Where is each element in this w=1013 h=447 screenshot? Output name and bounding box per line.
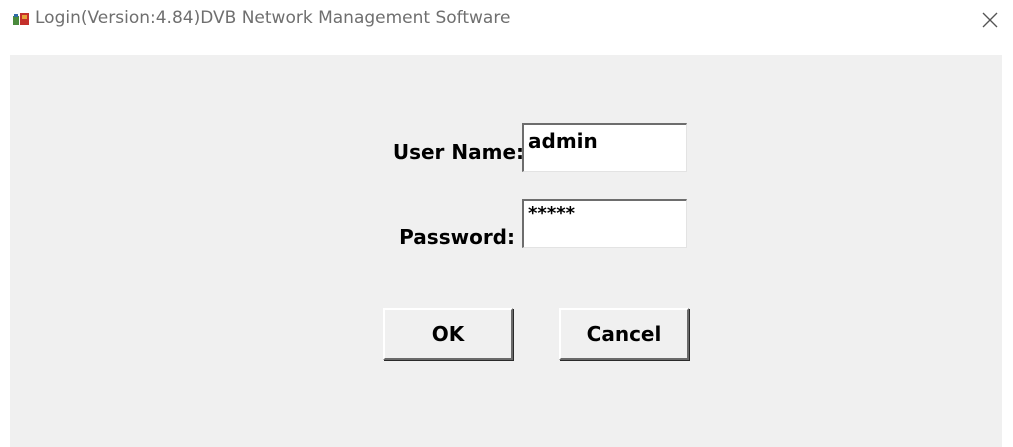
close-button[interactable]: [967, 0, 1013, 40]
ok-button[interactable]: OK: [383, 308, 513, 360]
login-window: Login(Version:4.84)DVB Network Managemen…: [0, 0, 1013, 447]
app-icon: [13, 13, 29, 25]
window-title: Login(Version:4.84)DVB Network Managemen…: [35, 8, 511, 28]
dialog-body: User Name: admin Password: ***** OK Canc…: [10, 55, 1002, 447]
close-icon: [982, 12, 998, 28]
password-field[interactable]: *****: [522, 199, 687, 248]
title-bar: Login(Version:4.84)DVB Network Managemen…: [0, 0, 1013, 40]
cancel-button[interactable]: Cancel: [559, 308, 689, 360]
password-label: Password:: [399, 225, 515, 249]
username-label: User Name:: [392, 140, 524, 164]
username-field[interactable]: admin: [522, 123, 687, 172]
